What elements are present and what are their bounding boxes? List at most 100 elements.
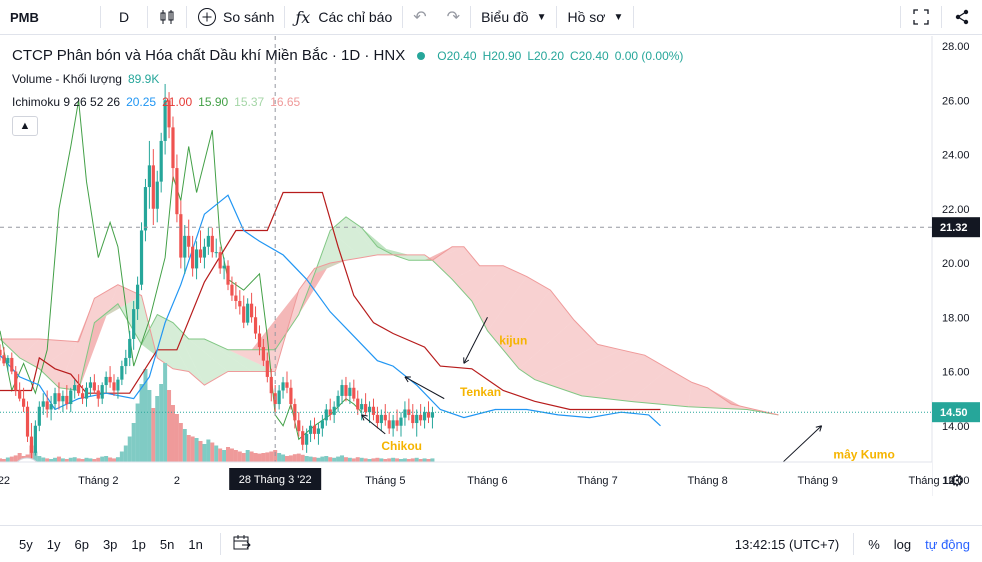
ichimoku-spanb-value: 16.65 [270,94,301,109]
volume-bar [328,457,333,462]
volume-bar [151,408,156,462]
toolbar-right [900,0,982,35]
range-5y[interactable]: 5y [12,537,40,552]
bottom-right: 13:42:15 (UTC+7) % log tự động [735,533,982,555]
annotation-arrow [404,376,445,400]
candle-body [308,425,313,434]
range-3m[interactable]: 3p [96,537,124,552]
candle-body [226,265,230,285]
volume-bar [222,450,227,462]
legend-collapse-button[interactable]: ▲ [12,116,38,136]
redo-button[interactable]: ↷ [437,0,470,35]
candle-body [265,360,269,377]
indicators-label: Các chỉ báo [318,9,393,25]
interval-button[interactable]: D [101,0,147,35]
volume-bar [296,453,301,462]
candle-body [112,382,116,391]
range-1d[interactable]: 1n [181,537,209,552]
range-1m[interactable]: 1p [124,537,152,552]
time-tick-label: 2 [174,475,180,487]
volume-bar [45,458,50,462]
candle-body [29,436,34,453]
goto-date-button[interactable] [221,534,263,554]
candle-body [191,246,195,269]
clock-timezone[interactable]: 13:42:15 (UTC+7) [735,537,839,552]
divider [633,6,635,28]
range-6m[interactable]: 6p [67,537,95,552]
ichimoku-chikou-value: 15.90 [198,94,229,109]
candles-icon [160,10,174,24]
indicators-button[interactable]: ƒx Các chỉ báo [285,0,402,35]
candle-body [84,387,89,399]
percent-scale-toggle[interactable]: % [868,537,880,552]
candle-body [285,382,289,388]
candle-body [100,385,104,399]
volume-bar [308,456,313,462]
candle-body [371,406,376,415]
candle-body [419,414,423,421]
symbol-title: CTCP Phân bón và Hóa chất Dầu khí Miền B… [12,47,406,64]
candle-body [375,414,380,424]
chevron-down-icon: ▼ [613,11,624,23]
log-scale-toggle[interactable]: log [894,537,911,552]
candle-body [356,398,360,410]
compare-button[interactable]: So sánh [187,0,284,35]
candle-body [230,284,234,296]
legend-ichimoku-row[interactable]: Ichimoku 9 26 52 26 20.25 21.00 15.90 15… [12,90,683,113]
volume-bar [214,445,219,462]
candle-body [25,406,30,437]
compare-label: So sánh [223,9,275,25]
volume-bar [119,451,124,462]
volume-bar [155,396,160,462]
candle-body [379,414,383,424]
volume-bar [53,457,58,462]
time-tick-label: Tháng 8 [687,475,727,487]
volume-bar [123,445,128,462]
price-tick-label: 20.00 [942,258,970,270]
volume-bar [202,444,207,462]
share-button[interactable] [942,0,982,35]
volume-bar [104,456,109,462]
volume-bar [359,457,364,462]
ichimoku-kijun-value: 21.00 [162,94,193,109]
candle-body [320,420,324,429]
profile-label: Hồ sơ [567,9,606,25]
chart-style-button[interactable] [148,0,186,35]
time-axis[interactable] [0,462,932,496]
candle-body [88,382,93,388]
volume-bar [261,453,266,462]
candle-body [80,393,85,399]
time-tick-label: 22 [0,475,10,487]
legend-main-row: CTCP Phân bón và Hóa chất Dầu khí Miền B… [12,44,683,67]
candle-body [399,417,403,426]
legend-volume-row[interactable]: Volume - Khối lượng 89.9K [12,67,683,90]
profile-dropdown[interactable]: Hồ sơ ▼ [557,0,633,35]
candle-body [301,431,305,445]
undo-button[interactable]: ↶ [403,0,436,35]
candle-body [61,395,65,402]
fullscreen-button[interactable] [901,0,941,35]
annotation-label: Chikou [381,439,422,453]
gear-icon[interactable]: ⚙ [950,471,964,490]
auto-scale-toggle[interactable]: tự động [925,537,970,552]
volume-bar [60,458,65,462]
market-status-dot-icon [417,51,426,60]
candle-body [187,235,191,247]
candle-body [73,385,77,391]
redo-icon: ↷ [446,9,461,26]
candle-body [415,414,419,424]
price-tick-label: 18.00 [942,312,970,324]
price-tick-label: 14.00 [942,421,970,433]
range-5d[interactable]: 5n [153,537,181,552]
chart-type-dropdown[interactable]: Biểu đồ ▼ [471,0,556,35]
volume-bar [139,384,144,462]
annotation-arrow [778,425,822,467]
symbol-search[interactable]: PMB [0,0,100,35]
candle-body [403,409,407,418]
volume-bar [210,442,215,462]
candle-body [411,414,415,424]
candle-body [316,428,321,434]
candle-body [383,414,387,421]
fullscreen-icon [913,9,929,25]
range-1y[interactable]: 1y [40,537,68,552]
